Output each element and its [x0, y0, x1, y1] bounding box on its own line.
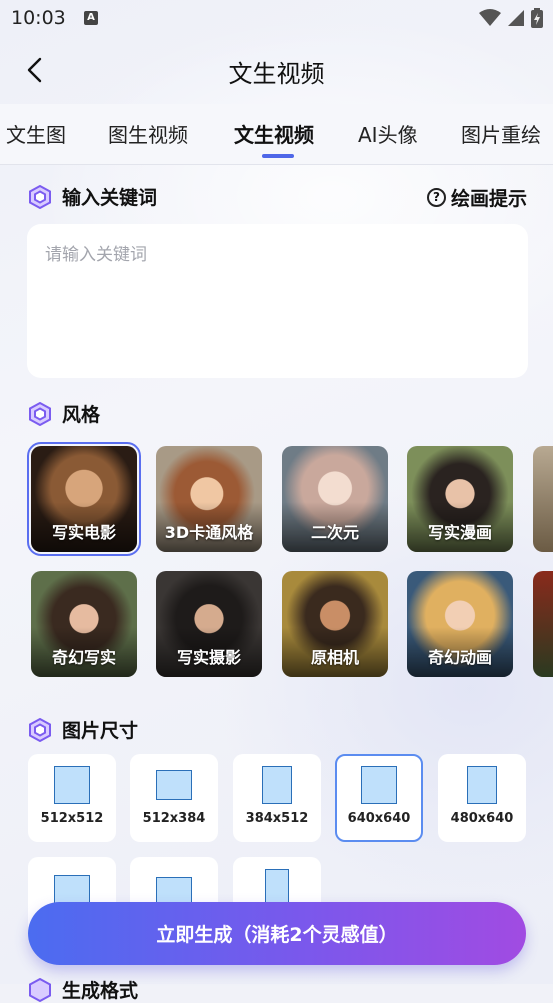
style-card-realistic-comic[interactable]: 写实漫画	[407, 446, 513, 552]
active-tab-indicator	[262, 154, 294, 158]
style-card-partial[interactable]	[533, 446, 553, 552]
style-card-partial[interactable]	[533, 571, 553, 677]
generate-button[interactable]: 立即生成（消耗2个灵感值）	[28, 902, 526, 965]
style-section-header: 风格	[28, 400, 100, 427]
battery-icon	[531, 8, 543, 28]
style-card-fantasy-realistic[interactable]: 奇幻写实	[31, 571, 137, 677]
size-label: 512x512	[40, 811, 104, 826]
style-card-realistic-photo[interactable]: 写实摄影	[156, 571, 262, 677]
style-label: 原相机	[310, 648, 359, 667]
style-card-fantasy-animation[interactable]: 奇幻动画	[407, 571, 513, 677]
drawing-hint-button[interactable]: ? 绘画提示	[426, 184, 527, 211]
hexagon-icon	[29, 184, 51, 209]
size-option-480x640[interactable]: 480x640	[438, 754, 526, 842]
style-label: 3D卡通风格	[164, 523, 254, 542]
format-section-title: 生成格式	[62, 980, 139, 1002]
page-title: 文生视频	[228, 60, 325, 88]
size-label: 384x512	[245, 811, 309, 826]
tab-image-to-video[interactable]: 图生视频	[108, 119, 188, 148]
style-label: 写实摄影	[176, 648, 241, 667]
size-label: 640x640	[347, 811, 411, 826]
status-bar: 10:03 A	[0, 0, 553, 38]
style-card-anime[interactable]: 二次元	[282, 446, 388, 552]
notification-a-icon: A	[84, 11, 98, 25]
size-section-title: 图片尺寸	[62, 720, 139, 742]
wifi-icon	[479, 9, 501, 26]
hexagon-icon	[29, 401, 51, 426]
style-card-realistic-film[interactable]: 写实电影	[27, 442, 141, 556]
keyword-section-header: 输入关键词	[28, 183, 157, 210]
ratio-icon	[54, 875, 90, 905]
landscape-ratio-icon	[156, 770, 192, 800]
size-section-header: 图片尺寸	[28, 716, 138, 743]
portrait-ratio-icon	[467, 766, 497, 804]
size-label: 480x640	[450, 811, 514, 826]
drawing-hint-label: 绘画提示	[450, 188, 527, 210]
keyword-input[interactable]	[27, 224, 528, 378]
style-label: 奇幻动画	[427, 648, 492, 667]
question-circle-icon: ?	[426, 188, 446, 207]
format-section-header: 生成格式	[28, 976, 138, 1003]
keyword-section-title: 输入关键词	[62, 187, 158, 209]
size-option-512x384[interactable]: 512x384	[130, 754, 218, 842]
style-label: 写实电影	[51, 523, 116, 542]
style-label: 奇幻写实	[51, 648, 116, 667]
ratio-icon	[156, 877, 192, 903]
tab-image-redraw[interactable]: 图片重绘	[461, 119, 541, 148]
portrait-ratio-icon	[262, 766, 292, 804]
tab-bar: 文生图 图生视频 文生视频 AI头像 图片重绘	[0, 104, 553, 165]
style-card-original-camera[interactable]: 原相机	[282, 571, 388, 677]
tab-ai-avatar[interactable]: AI头像	[358, 119, 418, 148]
status-icons	[479, 8, 543, 28]
tab-text-to-image[interactable]: 文生图	[6, 119, 66, 148]
square-ratio-icon	[54, 766, 90, 804]
status-time: 10:03	[11, 7, 66, 29]
header: 文生视频	[0, 38, 553, 104]
tab-text-to-video[interactable]: 文生视频	[234, 119, 314, 148]
style-thumbnail	[533, 446, 553, 552]
style-label: 写实漫画	[427, 523, 492, 542]
keyword-input-box	[27, 224, 528, 378]
size-option-640x640[interactable]: 640x640	[335, 754, 423, 842]
hexagon-icon	[29, 977, 51, 1002]
style-label: 二次元	[310, 523, 359, 542]
hexagon-icon	[29, 717, 51, 742]
signal-icon	[508, 10, 524, 26]
style-section-title: 风格	[62, 404, 101, 426]
style-thumbnail	[533, 571, 553, 677]
size-option-384x512[interactable]: 384x512	[233, 754, 321, 842]
size-option-512x512[interactable]: 512x512	[28, 754, 116, 842]
size-label: 512x384	[142, 811, 206, 826]
square-ratio-icon	[361, 766, 397, 804]
style-card-3d-cartoon[interactable]: 3D卡通风格	[156, 446, 262, 552]
